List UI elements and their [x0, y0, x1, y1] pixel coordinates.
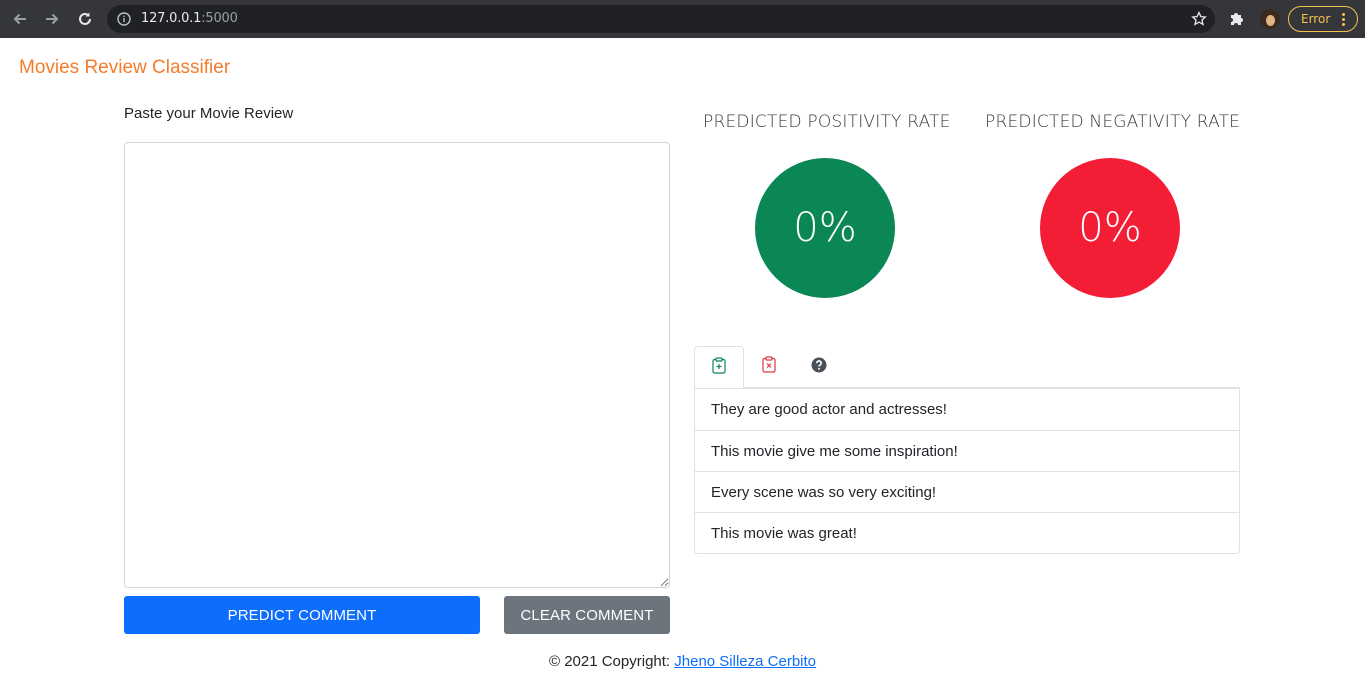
list-item[interactable]: This movie was great!	[695, 512, 1239, 553]
negativity-rate-title: PREDICTED NEGATIVITY RATE	[985, 112, 1241, 132]
browser-toolbar: 127.0.0.1:5000 Error	[0, 0, 1365, 38]
app-brand[interactable]: Movies Review Classifier	[19, 57, 230, 79]
example-reviews-list: They are good actor and actresses! This …	[694, 388, 1240, 554]
negativity-rate-value: 0%	[1078, 205, 1142, 251]
reload-icon[interactable]	[75, 9, 95, 29]
bookmark-star-icon[interactable]	[1191, 10, 1207, 27]
tab-negative-examples[interactable]	[744, 346, 794, 388]
footer: © 2021 Copyright: Jheno Silleza Cerbito	[0, 653, 1365, 670]
extensions-puzzle-icon[interactable]	[1228, 10, 1246, 28]
forward-icon[interactable]	[42, 9, 62, 29]
question-circle-icon	[811, 357, 827, 378]
browser-error-button[interactable]: Error	[1288, 6, 1358, 32]
positivity-rate-title: PREDICTED POSITIVITY RATE	[703, 112, 951, 132]
address-bar[interactable]: 127.0.0.1:5000	[107, 5, 1215, 33]
examples-tabs	[694, 346, 1240, 389]
profile-avatar[interactable]	[1260, 9, 1280, 29]
back-icon[interactable]	[10, 9, 30, 29]
tab-positive-examples[interactable]	[694, 346, 744, 389]
clipboard-x-icon	[762, 356, 776, 378]
tab-help[interactable]	[794, 346, 844, 388]
info-icon[interactable]	[117, 12, 131, 26]
copyright-text: © 2021 Copyright:	[548, 653, 675, 670]
positivity-rate-value: 0%	[793, 205, 857, 251]
list-item[interactable]: They are good actor and actresses!	[695, 389, 1239, 430]
menu-dots-icon	[1342, 13, 1345, 26]
clipboard-plus-icon	[712, 356, 726, 379]
url-host: 127.0.0.1	[141, 11, 202, 26]
positivity-rate-circle: 0%	[755, 158, 895, 298]
author-link[interactable]: Jheno Silleza Cerbito	[674, 653, 816, 670]
review-textarea[interactable]	[124, 142, 670, 588]
error-label: Error	[1301, 12, 1331, 26]
list-item[interactable]: This movie give me some inspiration!	[695, 430, 1239, 471]
negativity-rate-circle: 0%	[1040, 158, 1180, 298]
url-text: 127.0.0.1:5000	[141, 11, 238, 26]
url-port: :5000	[201, 11, 238, 26]
list-item[interactable]: Every scene was so very exciting!	[695, 471, 1239, 512]
clear-comment-button[interactable]: CLEAR COMMENT	[504, 596, 670, 634]
review-label: Paste your Movie Review	[124, 105, 294, 122]
predict-comment-button[interactable]: PREDICT COMMENT	[124, 596, 480, 634]
